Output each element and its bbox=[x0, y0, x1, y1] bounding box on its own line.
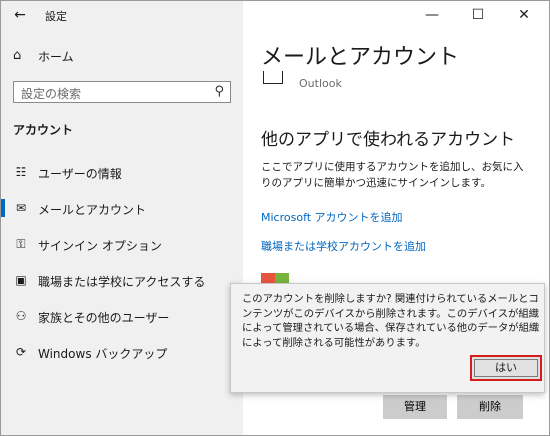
sidebar-item-label: サインイン オプション bbox=[38, 239, 162, 253]
sidebar-item-work-school[interactable]: ▣ 職場または学校にアクセスする bbox=[1, 267, 243, 293]
back-arrow-icon[interactable]: ← bbox=[11, 6, 29, 24]
person-add-icon: ⚇ bbox=[15, 309, 27, 323]
active-indicator bbox=[1, 199, 5, 217]
search-input[interactable]: 設定の検索 ⚲ bbox=[13, 81, 231, 103]
sidebar-item-backup[interactable]: ⟳ Windows バックアップ bbox=[1, 339, 243, 365]
section-heading: アカウント bbox=[13, 123, 74, 137]
dialog-message: このアカウントを削除しますか? 関連付けられているメールとコンテンツがこのデバイ… bbox=[242, 293, 540, 349]
mail-icon bbox=[263, 71, 283, 84]
yes-button[interactable]: はい bbox=[470, 355, 542, 381]
key-icon: ⚿ bbox=[16, 237, 26, 251]
sync-icon: ⟳ bbox=[15, 345, 27, 359]
sidebar-item-home[interactable]: ⌂ ホーム bbox=[1, 43, 243, 69]
window-controls: — ☐ ✕ bbox=[409, 1, 549, 29]
section-description: ここでアプリに使用するアカウントを追加し、お気に入りのアプリに簡単かつ迅速にサイ… bbox=[261, 161, 524, 189]
titlebar: ← 設定 bbox=[1, 1, 243, 29]
maximize-button[interactable]: ☐ bbox=[455, 1, 501, 29]
mail-icon: ✉ bbox=[15, 201, 27, 215]
sidebar-item-label: ユーザーの情報 bbox=[38, 167, 122, 181]
minimize-button[interactable]: — bbox=[409, 1, 455, 29]
sidebar-item-label: ホーム bbox=[38, 50, 74, 64]
add-microsoft-account-link[interactable]: Microsoft アカウントを追加 bbox=[261, 209, 403, 225]
close-button[interactable]: ✕ bbox=[501, 1, 547, 29]
home-icon: ⌂ bbox=[13, 48, 22, 63]
search-icon[interactable]: ⚲ bbox=[214, 84, 224, 99]
outlook-account-label: Outlook bbox=[299, 77, 342, 90]
confirm-dialog: このアカウントを削除しますか? 関連付けられているメールとコンテンツがこのデバイ… bbox=[230, 283, 545, 393]
briefcase-icon: ▣ bbox=[15, 273, 27, 287]
sidebar-item-label: 職場または学校にアクセスする bbox=[38, 275, 206, 289]
settings-window: ← 設定 ⌂ ホーム 設定の検索 ⚲ アカウント ☷ ユーザーの情報 ✉ メール… bbox=[0, 0, 550, 436]
delete-button[interactable]: 削除 bbox=[457, 395, 523, 419]
sidebar-item-sign-in-options[interactable]: ⚿ サインイン オプション bbox=[1, 231, 243, 257]
sidebar-item-email-accounts[interactable]: ✉ メールとアカウント bbox=[1, 195, 243, 221]
person-card-icon: ☷ bbox=[15, 165, 27, 179]
sidebar: ← 設定 ⌂ ホーム 設定の検索 ⚲ アカウント ☷ ユーザーの情報 ✉ メール… bbox=[1, 1, 243, 435]
sidebar-item-family[interactable]: ⚇ 家族とその他のユーザー bbox=[1, 303, 243, 329]
sidebar-item-label: メールとアカウント bbox=[38, 203, 147, 217]
sidebar-item-user-info[interactable]: ☷ ユーザーの情報 bbox=[1, 159, 243, 185]
sidebar-item-label: Windows バックアップ bbox=[38, 347, 168, 361]
add-work-account-link[interactable]: 職場または学校アカウントを追加 bbox=[261, 238, 426, 254]
manage-button[interactable]: 管理 bbox=[383, 395, 447, 419]
app-title: 設定 bbox=[45, 10, 67, 23]
page-title: メールとアカウント bbox=[261, 45, 460, 70]
search-placeholder: 設定の検索 bbox=[21, 87, 82, 101]
sidebar-item-label: 家族とその他のユーザー bbox=[38, 311, 170, 325]
section-title: 他のアプリで使われるアカウント bbox=[261, 130, 516, 150]
